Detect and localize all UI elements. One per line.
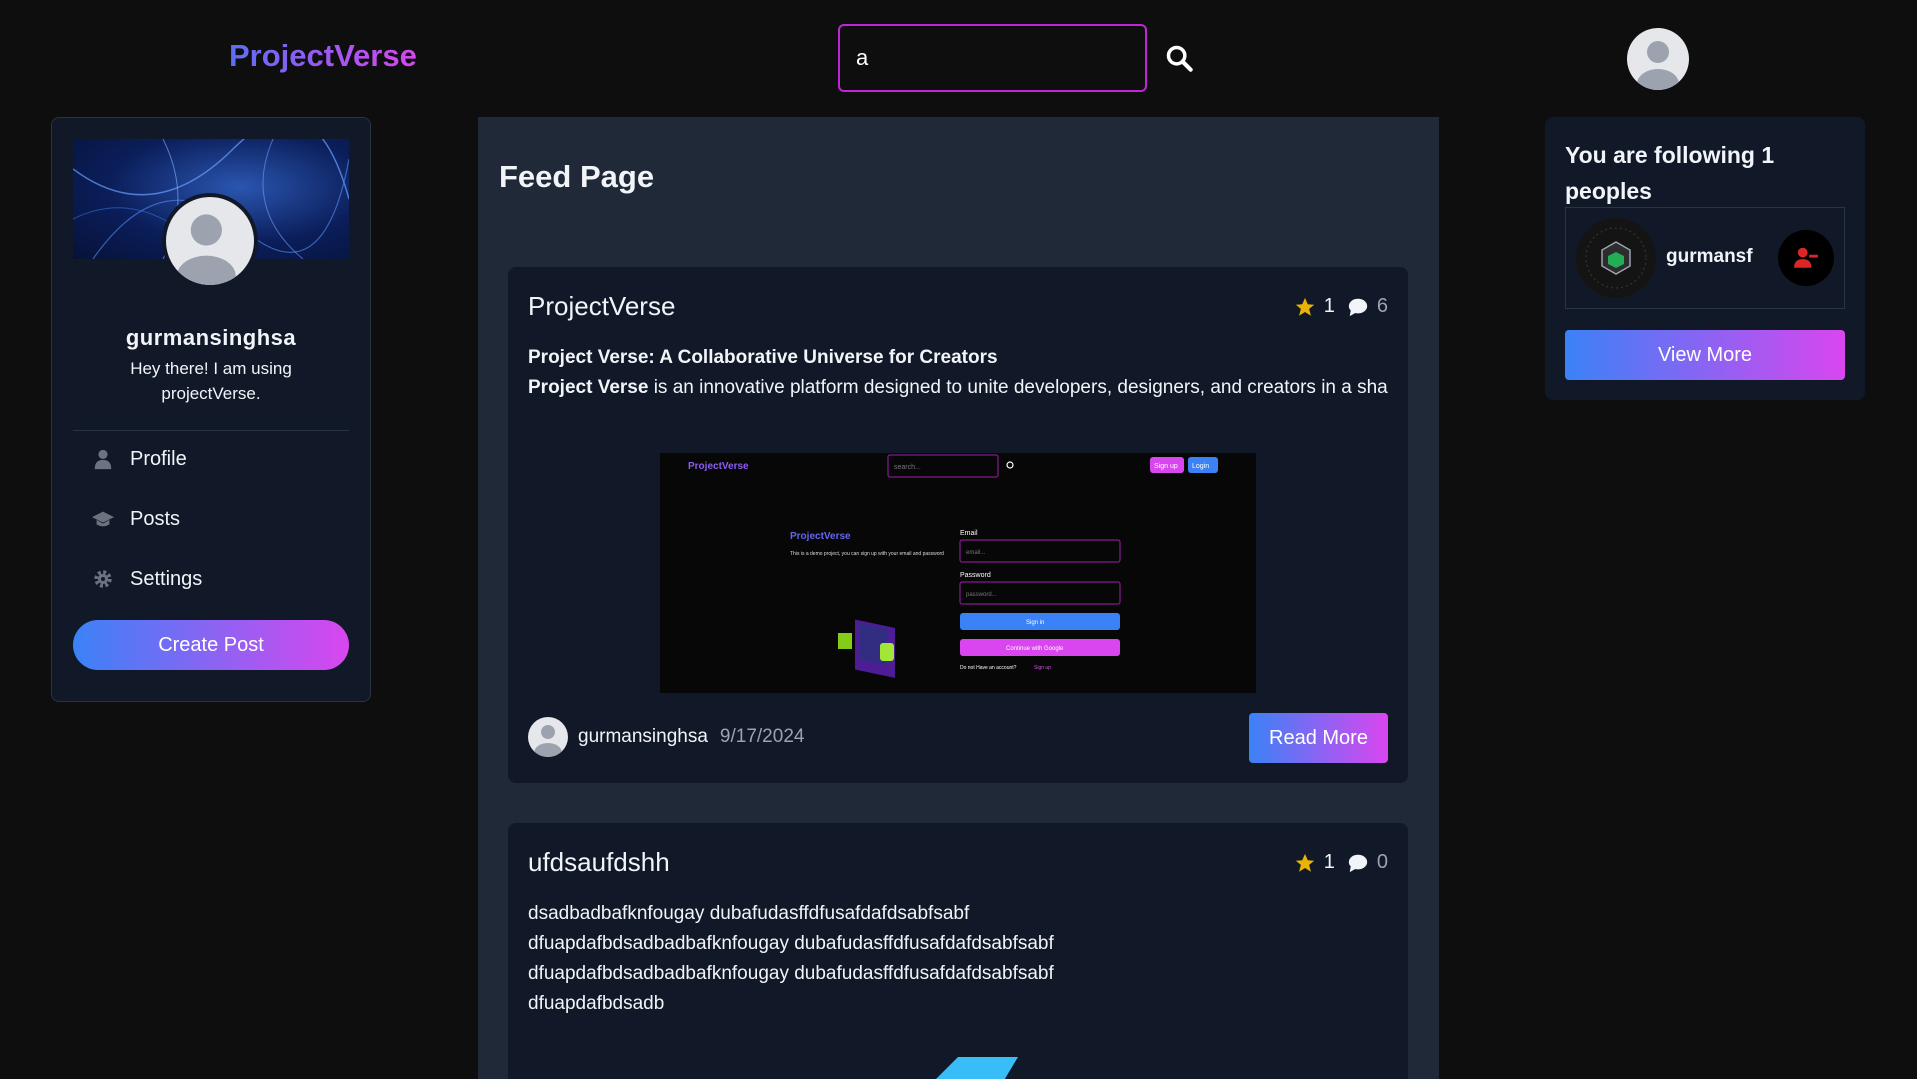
graduation-cap-icon bbox=[92, 511, 114, 527]
thumb-signin: Sign in bbox=[1026, 620, 1044, 626]
post-date: 9/17/2024 bbox=[719, 726, 805, 747]
following-card: You are following 1 peoples gurmansf Vie… bbox=[1545, 117, 1865, 400]
profile-card: gurmansinghsa Hey there! I am using proj… bbox=[51, 117, 371, 702]
app-logo[interactable]: ProjectVerse bbox=[229, 38, 417, 74]
post-heading: Project Verse: A Collaborative Universe … bbox=[528, 347, 998, 368]
post-line: dfuapdafbdsadbadbafknfougay dubafudasffd… bbox=[528, 963, 1054, 984]
nav-label: Profile bbox=[130, 447, 187, 470]
profile-username: gurmansinghsa bbox=[125, 325, 297, 350]
star-count: 1 bbox=[1323, 295, 1335, 317]
thumb-email-label: Email bbox=[960, 530, 978, 537]
post-line: dsadbadbafknfougay dubafudasffdfusafdafd… bbox=[528, 903, 970, 924]
post-line: dfuapdafbdsadb bbox=[528, 993, 665, 1014]
nav-item-settings[interactable]: Settings bbox=[92, 564, 202, 594]
post-stats: 1 6 bbox=[1294, 295, 1388, 318]
comment-icon[interactable] bbox=[1347, 296, 1369, 318]
post-line: dfuapdafbdsadbadbafknfougay dubafudasffd… bbox=[528, 933, 1054, 954]
post-card: ufdsaufdshh 1 0 dsadbadbafknfougay dubaf… bbox=[508, 823, 1408, 1079]
post-thumbnail[interactable]: ProjectVerse search... Sign up Login Pro… bbox=[660, 453, 1256, 693]
author-avatar-icon bbox=[528, 717, 568, 757]
star-icon[interactable] bbox=[1294, 296, 1316, 318]
post-image-fragment[interactable] bbox=[928, 1057, 1018, 1079]
thumb-no-account: Do not Have an account? bbox=[960, 665, 1017, 671]
nav-label: Settings bbox=[130, 567, 203, 590]
thumb-search: search... bbox=[894, 464, 921, 471]
create-post-button[interactable]: Create Post bbox=[73, 620, 349, 670]
nav-item-posts[interactable]: Posts bbox=[92, 504, 180, 534]
comment-icon[interactable] bbox=[1347, 852, 1369, 874]
star-count: 1 bbox=[1323, 851, 1335, 873]
thumb-google: Continue with Google bbox=[1006, 646, 1064, 652]
view-more-button[interactable]: View More bbox=[1565, 330, 1845, 380]
thumb-desc: This is a demo project, you can sign up … bbox=[790, 551, 944, 557]
author-name[interactable]: gurmansinghsa bbox=[578, 726, 708, 748]
page-title: Feed Page bbox=[499, 159, 655, 194]
profile-bio: Hey there! I am using projectVerse. bbox=[130, 359, 292, 403]
following-title: You are following 1 peoples bbox=[1565, 142, 1775, 204]
read-more-button[interactable]: Read More bbox=[1249, 713, 1388, 763]
user-avatar-icon[interactable] bbox=[1627, 28, 1689, 90]
post-author[interactable]: gurmansinghsa 9/17/2024 bbox=[528, 717, 804, 757]
following-item[interactable]: gurmansf bbox=[1565, 207, 1845, 309]
thumb-password-label: Password bbox=[960, 572, 991, 579]
post-body-text: is an innovative platform designed to un… bbox=[648, 377, 1388, 398]
following-avatar[interactable] bbox=[1576, 218, 1656, 298]
thumb-password-ph: password... bbox=[966, 592, 997, 598]
comment-count: 0 bbox=[1376, 851, 1388, 873]
user-icon bbox=[94, 449, 112, 470]
post-card: ProjectVerse 1 6 Project Verse: A Collab… bbox=[508, 267, 1408, 783]
post-stats: 1 0 bbox=[1294, 851, 1388, 874]
user-minus-icon bbox=[1794, 247, 1818, 268]
thumb-login: Login bbox=[1192, 463, 1209, 470]
thumb-logo: ProjectVerse bbox=[688, 461, 749, 472]
thumb-brand: ProjectVerse bbox=[790, 531, 851, 542]
thumb-signup: Sign up bbox=[1154, 463, 1178, 470]
divider bbox=[73, 430, 349, 431]
post-title[interactable]: ProjectVerse bbox=[528, 291, 675, 322]
feed-panel: Feed Page ProjectVerse 1 6 Project Verse… bbox=[478, 117, 1439, 1079]
thumb-signup-link: Sign up bbox=[1034, 665, 1051, 671]
search-input[interactable] bbox=[838, 24, 1147, 92]
post-title[interactable]: ufdsaufdshh bbox=[528, 847, 670, 878]
post-body: dsadbadbafknfougay dubafudasffdfusafdafd… bbox=[528, 899, 1390, 1019]
search-icon[interactable] bbox=[1165, 44, 1193, 72]
profile-avatar[interactable] bbox=[162, 193, 258, 289]
nav-item-profile[interactable]: Profile bbox=[92, 444, 187, 474]
unfollow-button[interactable] bbox=[1778, 230, 1834, 286]
thumb-email-ph: email... bbox=[966, 550, 986, 556]
gear-icon bbox=[94, 570, 112, 588]
post-body-bold: Project Verse bbox=[528, 377, 649, 398]
post-body: Project Verse: A Collaborative Universe … bbox=[528, 343, 1390, 403]
nav-label: Posts bbox=[130, 507, 181, 530]
star-icon[interactable] bbox=[1294, 852, 1316, 874]
comment-count: 6 bbox=[1376, 295, 1388, 317]
following-name[interactable]: gurmansf bbox=[1666, 246, 1753, 268]
